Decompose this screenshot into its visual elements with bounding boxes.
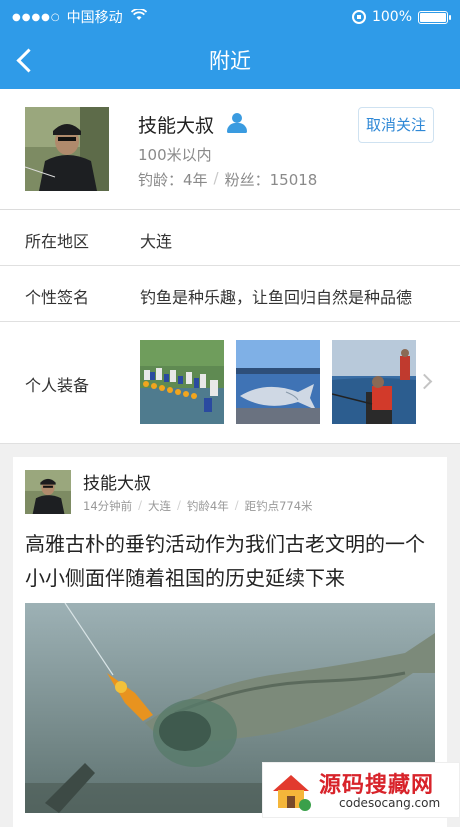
signature-label: 个性签名 — [25, 288, 90, 307]
user-icon-body — [227, 123, 247, 133]
status-bar: ●●●●○ 中国移动 100% — [0, 0, 460, 34]
user-name: 技能大叔 — [138, 115, 215, 137]
carrier-name: 中国移动 — [66, 10, 123, 26]
avatar[interactable] — [25, 107, 109, 191]
gear-photo-crowd[interactable] — [140, 340, 224, 424]
gear-row[interactable]: 个人装备 — [0, 322, 460, 444]
post-title[interactable]: 高雅古朴的垂钓活动作为我们古老文明的一个小小侧面伴随着祖国的历史延续下来 — [25, 527, 439, 595]
chevron-right-icon — [416, 373, 433, 390]
fishing-age: 钓龄：4年 — [138, 171, 208, 189]
nav-bar: 附近 — [0, 34, 460, 89]
signal-strength: ●●●●○ — [12, 11, 61, 23]
house-icon — [269, 769, 313, 813]
battery-percent: 100% — [371, 9, 412, 25]
post-location: 大连 — [148, 499, 172, 513]
post-distance: 距钓点774米 — [244, 499, 313, 513]
wifi-icon — [130, 8, 147, 25]
fans-count: 粉丝：15018 — [224, 171, 318, 189]
profile-header: 技能大叔 100米以内 钓龄：4年 / 粉丝：15018 取消关注 — [0, 89, 460, 210]
unfollow-button[interactable]: 取消关注 — [358, 107, 434, 143]
stats-separator: / — [213, 169, 219, 187]
post-author-name[interactable]: 技能大叔 — [83, 469, 151, 494]
battery-icon — [418, 10, 451, 24]
user-icon-head — [232, 113, 242, 123]
battery-fill — [420, 12, 446, 22]
watermark-url: codesocang.com — [339, 796, 441, 810]
meta-separator: / — [234, 498, 239, 512]
gear-photo-fish[interactable] — [236, 340, 320, 424]
meta-separator: / — [138, 498, 143, 512]
region-value: 大连 — [140, 232, 173, 251]
meta-separator: / — [177, 498, 181, 512]
orientation-lock-icon — [351, 10, 366, 24]
post-time: 14分钟前 — [83, 499, 133, 513]
post-fishing-age: 钓龄4年 — [186, 499, 229, 513]
region-label: 所在地区 — [25, 232, 90, 251]
watermark-title: 源码搜藏网 — [319, 773, 435, 798]
user-stats: 钓龄：4年 / 粉丝：15018 — [138, 169, 317, 190]
page-title: 附近 — [209, 49, 251, 73]
post-author-avatar[interactable] — [25, 470, 71, 514]
gear-gallery — [140, 340, 416, 424]
watermark-logo: 源码搜藏网 codesocang.com — [262, 762, 460, 818]
gear-photo-boat[interactable] — [332, 340, 416, 424]
signature-value: 钓鱼是种乐趣，让鱼回归自然是种品德 — [140, 288, 413, 307]
post-meta: 14分钟前 / 大连 / 钓龄4年 / 距钓点774米 — [83, 498, 313, 514]
user-distance: 100米以内 — [138, 146, 212, 164]
gear-label: 个人装备 — [25, 376, 90, 395]
signature-row: 个性签名 钓鱼是种乐趣，让鱼回归自然是种品德 — [0, 266, 460, 322]
region-row: 所在地区 大连 — [0, 210, 460, 266]
user-icon — [226, 113, 248, 133]
